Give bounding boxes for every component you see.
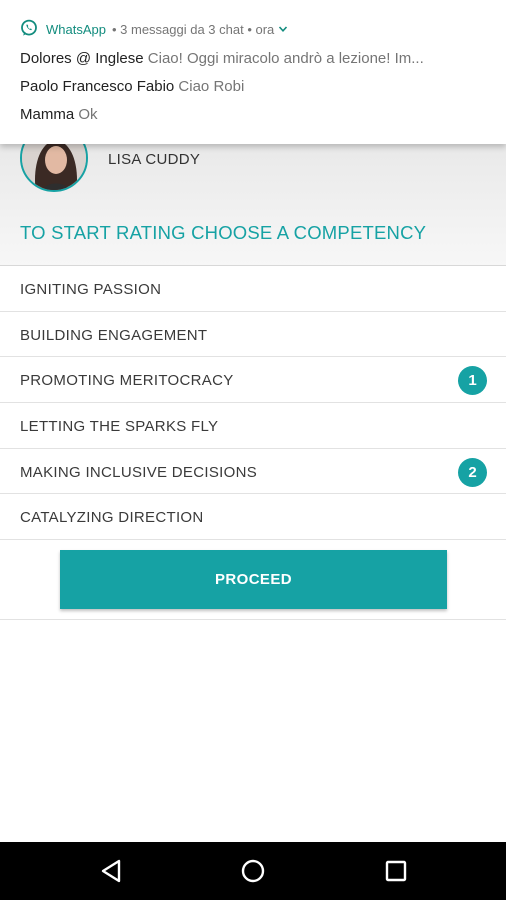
competency-item[interactable]: LETTING THE SPARKS FLY	[0, 403, 506, 449]
notification-app-name: WhatsApp	[46, 21, 106, 37]
notification-card[interactable]: WhatsApp • 3 messaggi da 3 chat • ora Do…	[0, 0, 506, 144]
message-sender: Mamma	[20, 106, 75, 123]
competency-label: PROMOTING MERITOCRACY	[20, 372, 234, 390]
competency-label: IGNITING PASSION	[20, 281, 162, 298]
competency-label: BUILDING ENGAGEMENT	[20, 326, 208, 344]
competency-item[interactable]: BUILDING ENGAGEMENT	[0, 311, 506, 358]
home-circle-icon[interactable]	[238, 856, 268, 886]
count-badge: 2	[458, 457, 487, 487]
message-text: Ok	[78, 106, 98, 123]
competency-label: CATALYZING DIRECTION	[20, 509, 204, 527]
whatsapp-icon	[20, 19, 38, 40]
competency-item[interactable]: IGNITING PASSION	[0, 266, 506, 312]
competency-list: IGNITING PASSION BUILDING ENGAGEMENT PRO…	[0, 266, 506, 541]
notification-message-row: Dolores @ Inglese Ciao! Oggi miracolo an…	[20, 50, 482, 67]
competency-label: LETTING THE SPARKS FLY	[20, 418, 219, 436]
message-sender: Dolores @ Inglese	[20, 50, 144, 67]
message-text: Ciao Robi	[178, 78, 245, 95]
notification-message-row: Mamma Ok	[20, 106, 482, 123]
competency-item[interactable]: PROMOTING MERITOCRACY 1	[0, 357, 506, 404]
navigation-bar	[0, 842, 506, 900]
profile-name: LISA CUDDY	[108, 151, 201, 168]
notification-header: WhatsApp • 3 messaggi da 3 chat • ora	[20, 19, 288, 39]
competency-item[interactable]: MAKING INCLUSIVE DECISIONS 2	[0, 448, 506, 495]
message-sender: Paolo Francesco Fabio	[20, 78, 175, 95]
message-text: Ciao! Oggi miracolo andrò a lezione! Im.…	[147, 50, 424, 67]
section-title: TO START RATING CHOOSE A COMPETENCY	[20, 222, 427, 243]
competency-item[interactable]: CATALYZING DIRECTION	[0, 494, 506, 541]
chevron-down-icon[interactable]	[278, 22, 288, 37]
proceed-button[interactable]: PROCEED	[60, 550, 447, 609]
proceed-section: PROCEED	[0, 540, 506, 620]
notification-message-row: Paolo Francesco Fabio Ciao Robi	[20, 78, 482, 95]
count-badge: 1	[458, 366, 487, 396]
notification-meta: • 3 messaggi da 3 chat • ora	[111, 21, 275, 37]
back-triangle-icon[interactable]	[97, 856, 127, 886]
competency-label: MAKING INCLUSIVE DECISIONS	[20, 463, 258, 481]
recents-square-icon[interactable]	[381, 856, 411, 886]
